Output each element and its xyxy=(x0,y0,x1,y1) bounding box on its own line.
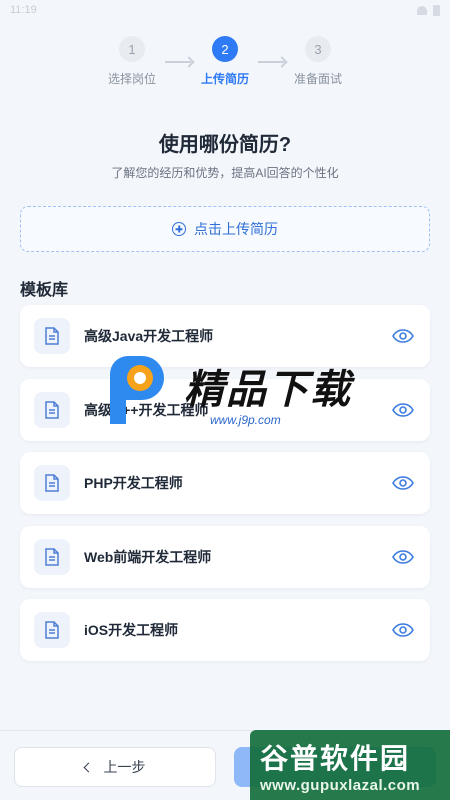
document-icon xyxy=(34,612,70,648)
prev-step-label: 上一步 xyxy=(103,759,146,775)
template-label: Web前端开发工程师 xyxy=(84,548,212,565)
status-time: 11:19 xyxy=(10,4,37,16)
step-3-label: 准备面试 xyxy=(293,72,342,86)
upload-resume-label: 点击上传简历 xyxy=(194,221,278,237)
template-label: iOS开发工程师 xyxy=(84,622,179,638)
prev-step-button[interactable]: 上一步 xyxy=(14,747,216,787)
template-label: PHP开发工程师 xyxy=(84,475,183,491)
page-subtitle: 了解您的经历和优势，提高AI回答的个性化 xyxy=(111,166,339,180)
status-bar: 11:19 xyxy=(0,0,450,20)
step-1: 1 选择岗位 xyxy=(92,36,172,87)
step-2-number: 2 xyxy=(212,36,238,62)
corner-watermark-brand: 谷普软件园 xyxy=(260,742,411,774)
watermark-url: www.j9p.com xyxy=(210,413,281,427)
step-2-label: 上传简历 xyxy=(200,72,249,86)
step-3-number: 3 xyxy=(305,36,331,62)
chevron-left-icon xyxy=(83,762,93,772)
preview-eye-icon[interactable] xyxy=(390,397,416,423)
document-icon xyxy=(34,318,70,354)
document-icon xyxy=(34,391,70,428)
watermark-logo-icon xyxy=(100,354,176,430)
template-label: 高级Java开发工程师 xyxy=(84,328,214,344)
corner-watermark: 谷普软件园 www.gupuxlazal.com xyxy=(250,730,450,800)
step-3: 3 准备面试 xyxy=(278,36,358,87)
corner-watermark-url: www.gupuxlazal.com xyxy=(260,776,421,794)
template-item[interactable]: iOS开发工程师 xyxy=(20,599,430,661)
signal-icon xyxy=(417,5,427,15)
stepper: 1 选择岗位 2 上传简历 3 准备面试 xyxy=(0,36,450,96)
battery-icon xyxy=(433,4,440,16)
step-1-number: 1 xyxy=(119,36,145,62)
plus-circle-icon xyxy=(172,222,186,236)
step-1-label: 选择岗位 xyxy=(107,72,156,86)
preview-eye-icon[interactable] xyxy=(390,617,416,643)
preview-eye-icon[interactable] xyxy=(390,544,416,570)
preview-eye-icon[interactable] xyxy=(390,470,416,496)
template-library-title: 模板库 xyxy=(20,282,69,299)
document-icon xyxy=(34,465,70,501)
upload-resume-button[interactable]: 点击上传简历 xyxy=(20,206,430,252)
step-2: 2 上传简历 xyxy=(185,36,265,87)
page-title: 使用哪份简历? xyxy=(158,134,292,156)
preview-eye-icon[interactable] xyxy=(390,323,416,349)
template-item[interactable]: PHP开发工程师 xyxy=(20,452,430,514)
template-item[interactable]: Web前端开发工程师 xyxy=(20,525,430,588)
watermark-brand: 精品下载 xyxy=(184,368,352,412)
document-icon xyxy=(34,538,70,575)
status-icons xyxy=(417,4,440,16)
center-watermark: 精品下载 www.j9p.com xyxy=(100,354,352,430)
